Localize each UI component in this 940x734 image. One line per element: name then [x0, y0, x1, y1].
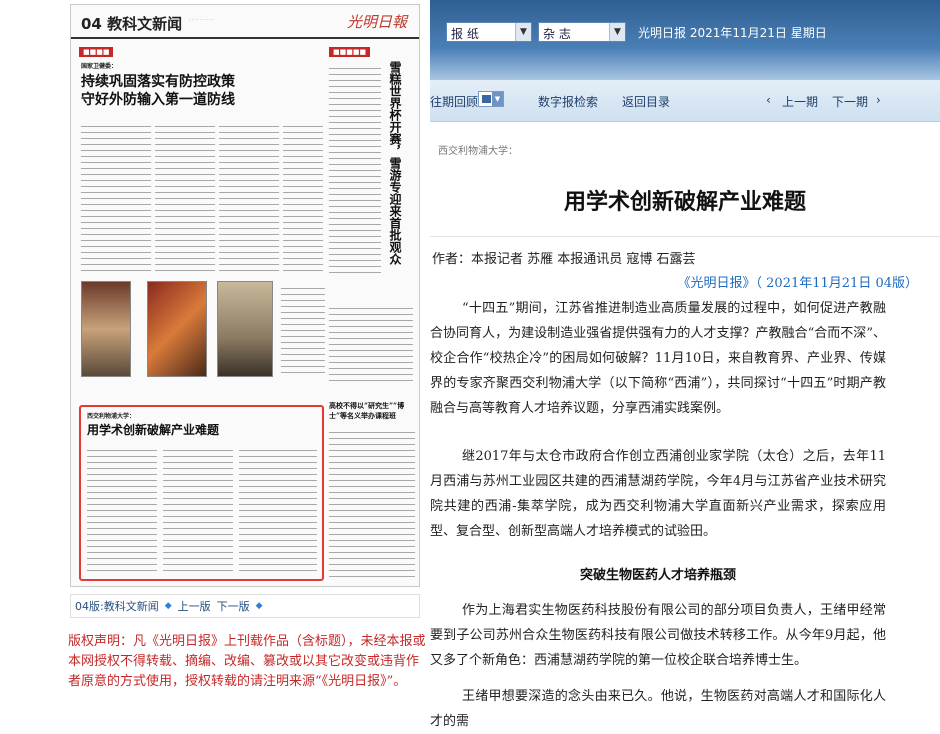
- publication-date: 光明日报 2021年11月21日 星期日: [638, 26, 827, 40]
- text-column: [329, 429, 415, 579]
- text-column: [283, 123, 323, 273]
- page-header: 04 教科文新闻 ·········· 光明日報: [71, 5, 419, 39]
- next-issue-link[interactable]: 下一期: [832, 93, 868, 110]
- selected-article-highlight[interactable]: 西交利物浦大学： 用学术创新破解产业难题: [79, 405, 324, 581]
- article-paragraph: 作为上海君实生物医药科技股份有限公司的部分项目负责人，王绪甲经常要到子公司苏州合…: [430, 603, 886, 668]
- article-author: 作者：本报记者 苏雁 本报通讯员 寇博 石露芸: [432, 252, 696, 267]
- article: 西交利物浦大学： 用学术创新破解产业难题 作者：本报记者 苏雁 本报通讯员 寇博…: [430, 122, 940, 729]
- chevron-left-icon[interactable]: ‹: [766, 93, 771, 107]
- text-column: [329, 65, 381, 275]
- chevron-right-icon[interactable]: ›: [876, 93, 881, 107]
- toolbar: 往期回顾 ▼ 数字报检索 返回目录 ‹ 上一期 下一期 ›: [430, 80, 940, 122]
- past-review-link[interactable]: 往期回顾: [430, 93, 478, 110]
- newspaper-select-value: 报 纸: [451, 27, 479, 41]
- page-label: 04 教科文新闻: [81, 15, 183, 33]
- newspaper-logo: 光明日報: [346, 13, 407, 31]
- text-column: [163, 447, 233, 575]
- text-column: [329, 305, 413, 385]
- magazine-select[interactable]: 杂 志 ▼: [538, 22, 626, 42]
- text-column: [219, 123, 279, 273]
- article-source: 《光明日报》（ 2021年11月21日 04版）: [677, 276, 918, 291]
- text-column: [239, 447, 317, 575]
- lead-title-2[interactable]: 守好外防输入第一道防线: [81, 89, 235, 109]
- vertical-title[interactable]: 雪糕世界杯开赛，雪游专迎来首批观众: [387, 61, 404, 311]
- calendar-icon: [482, 95, 491, 103]
- chevron-down-icon: ▼: [609, 23, 625, 41]
- photo-painting-1: [81, 281, 131, 377]
- back-to-index-link[interactable]: 返回目录: [622, 93, 670, 110]
- lead-red-tag: ■■■■: [79, 47, 114, 57]
- text-column: [281, 285, 325, 377]
- article-paragraph: 王绪甲想要深造的念头由来已久。他说，生物医药对高端人才和国际化人才的需: [430, 689, 886, 729]
- next-page-link[interactable]: 下一版: [217, 598, 250, 614]
- prev-page-link[interactable]: 上一版: [178, 598, 211, 614]
- article-headline: 用学术创新破解产业难题: [563, 189, 806, 215]
- page-nav-label[interactable]: 04版:教科文新闻: [75, 598, 159, 614]
- photo-painting-3: [217, 281, 273, 377]
- text-column: [81, 123, 151, 273]
- side-article-title[interactable]: 高校不得以“研究生”“博士”等名义举办课程班: [329, 401, 415, 421]
- article-paragraph: “十四五”期间，江苏省推进制造业高质量发展的过程中，如何促进产教融合协同育人，为…: [430, 301, 886, 416]
- photo-painting-2: [147, 281, 207, 377]
- divider: [430, 236, 940, 237]
- right-red-tag: ■■■■■: [329, 47, 371, 57]
- highlight-title: 用学术创新破解产业难题: [87, 423, 220, 437]
- lead-kicker[interactable]: 国家卫健委：: [81, 61, 117, 70]
- newspaper-page-image[interactable]: 04 教科文新闻 ·········· 光明日報 ■■■■ 国家卫健委： 持续巩…: [70, 4, 420, 587]
- newspaper-select[interactable]: 报 纸 ▼: [446, 22, 532, 42]
- text-column: [155, 123, 215, 273]
- magazine-select-value: 杂 志: [543, 27, 571, 41]
- lead-title-1[interactable]: 持续巩固落实有防控政策: [81, 71, 235, 91]
- chevron-down-icon: ▼: [492, 92, 503, 106]
- article-section-heading: 突破生物医药人才培养瓶颈: [579, 568, 736, 583]
- highlight-kicker: 西交利物浦大学：: [87, 413, 136, 420]
- digital-search-link[interactable]: 数字报检索: [538, 93, 598, 110]
- chevron-down-icon: ▼: [515, 23, 531, 41]
- text-column: [87, 447, 157, 575]
- article-paragraph: 继2017年与太仓市政府合作创立西浦创业家学院（太仓）之后，去年11月西浦与苏州…: [430, 449, 886, 539]
- page-date-strip: ··········: [189, 17, 215, 23]
- diamond-icon: ◆: [164, 601, 172, 611]
- calendar-select[interactable]: ▼: [478, 91, 504, 107]
- page-navigation: 04版:教科文新闻 ◆ 上一版 下一版 ◆: [70, 594, 420, 618]
- copyright-notice: 版权声明：凡《光明日报》上刊载作品（含标题），未经本报或本网授权不得转载、摘编、…: [68, 634, 426, 689]
- top-bar: 报 纸 ▼ 杂 志 ▼ 光明日报 2021年11月21日 星期日: [430, 0, 940, 80]
- article-kicker: 西交利物浦大学：: [438, 146, 518, 157]
- prev-issue-link[interactable]: 上一期: [782, 93, 818, 110]
- left-panel: 04 教科文新闻 ·········· 光明日報 ■■■■ 国家卫健委： 持续巩…: [0, 0, 430, 705]
- diamond-icon: ◆: [255, 601, 263, 611]
